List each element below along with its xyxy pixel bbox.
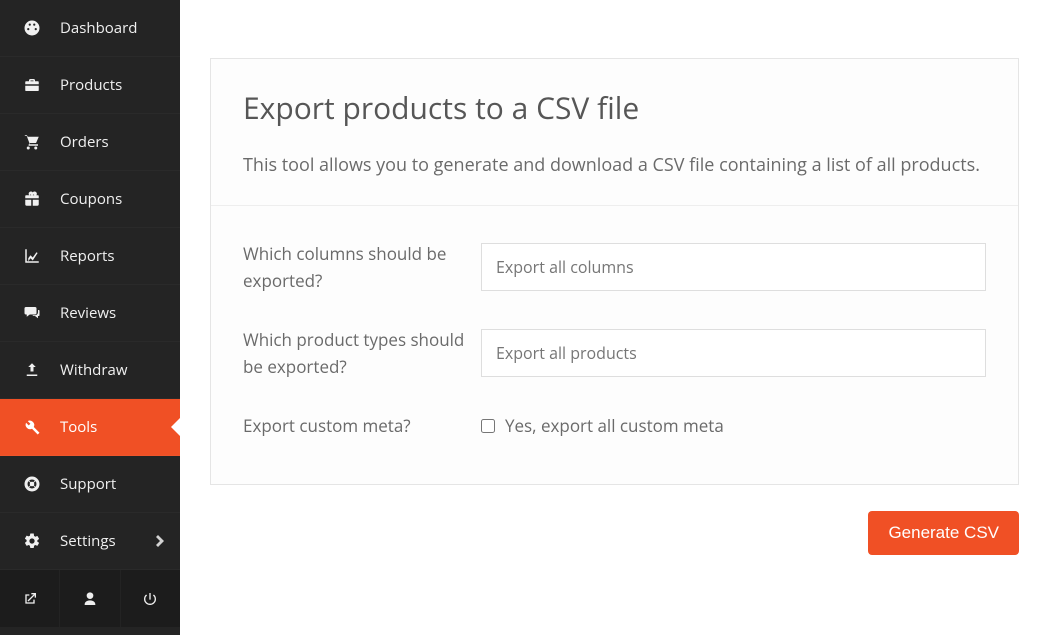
sidebar-item-label: Tools — [60, 417, 97, 437]
chevron-right-icon — [156, 535, 164, 547]
chart-icon — [22, 247, 42, 265]
panel-header: Export products to a CSV file This tool … — [211, 59, 1018, 206]
external-link-button[interactable] — [0, 570, 60, 627]
sidebar-item-label: Coupons — [60, 189, 122, 209]
types-row: Which product types should be exported? … — [243, 310, 986, 396]
panel-description: This tool allows you to generate and dow… — [243, 150, 986, 181]
user-icon — [82, 591, 98, 607]
comments-icon — [22, 304, 42, 322]
upload-icon — [22, 361, 42, 379]
action-row: Generate CSV — [180, 511, 1019, 555]
sidebar-item-dashboard[interactable]: Dashboard — [0, 0, 180, 57]
columns-select-value: Export all columns — [496, 256, 634, 278]
sidebar-item-label: Withdraw — [60, 360, 127, 380]
lifering-icon — [22, 475, 42, 493]
external-link-icon — [22, 591, 38, 607]
sidebar-item-settings[interactable]: Settings — [0, 513, 180, 570]
types-select[interactable]: Export all products — [481, 329, 986, 377]
sidebar-item-label: Settings — [60, 531, 116, 551]
generate-csv-button[interactable]: Generate CSV — [868, 511, 1019, 555]
dashboard-icon — [22, 19, 42, 37]
gift-icon — [22, 190, 42, 208]
sidebar-item-label: Orders — [60, 132, 109, 152]
sidebar-item-label: Reports — [60, 246, 115, 266]
sidebar: Dashboard Products Orders Coupons Report… — [0, 0, 180, 635]
cart-icon — [22, 133, 42, 151]
sidebar-item-reviews[interactable]: Reviews — [0, 285, 180, 342]
export-panel: Export products to a CSV file This tool … — [210, 58, 1019, 485]
meta-label: Export custom meta? — [243, 412, 481, 439]
briefcase-icon — [22, 76, 42, 94]
columns-row: Which columns should be exported? Export… — [243, 224, 986, 310]
sidebar-item-label: Support — [60, 474, 116, 494]
sidebar-item-label: Dashboard — [60, 18, 137, 38]
columns-select[interactable]: Export all columns — [481, 243, 986, 291]
power-icon — [142, 591, 158, 607]
sidebar-item-coupons[interactable]: Coupons — [0, 171, 180, 228]
types-select-value: Export all products — [496, 342, 637, 364]
wrench-icon — [22, 418, 42, 436]
export-form: Which columns should be exported? Export… — [211, 206, 1018, 484]
sidebar-item-orders[interactable]: Orders — [0, 114, 180, 171]
meta-checkbox-label: Yes, export all custom meta — [505, 414, 724, 437]
sidebar-item-tools[interactable]: Tools — [0, 399, 180, 456]
power-button[interactable] — [121, 570, 180, 627]
meta-checkbox-wrapper[interactable]: Yes, export all custom meta — [481, 414, 986, 437]
main-content: Export products to a CSV file This tool … — [180, 0, 1044, 635]
sidebar-item-label: Products — [60, 75, 122, 95]
columns-label: Which columns should be exported? — [243, 240, 481, 294]
gear-icon — [22, 532, 42, 550]
sidebar-footer — [0, 570, 180, 627]
meta-row: Export custom meta? Yes, export all cust… — [243, 396, 986, 455]
sidebar-item-reports[interactable]: Reports — [0, 228, 180, 285]
types-label: Which product types should be exported? — [243, 326, 481, 380]
user-button[interactable] — [60, 570, 120, 627]
sidebar-item-withdraw[interactable]: Withdraw — [0, 342, 180, 399]
sidebar-item-support[interactable]: Support — [0, 456, 180, 513]
sidebar-item-products[interactable]: Products — [0, 57, 180, 114]
sidebar-item-label: Reviews — [60, 303, 116, 323]
panel-title: Export products to a CSV file — [243, 87, 986, 128]
meta-checkbox[interactable] — [481, 419, 495, 433]
